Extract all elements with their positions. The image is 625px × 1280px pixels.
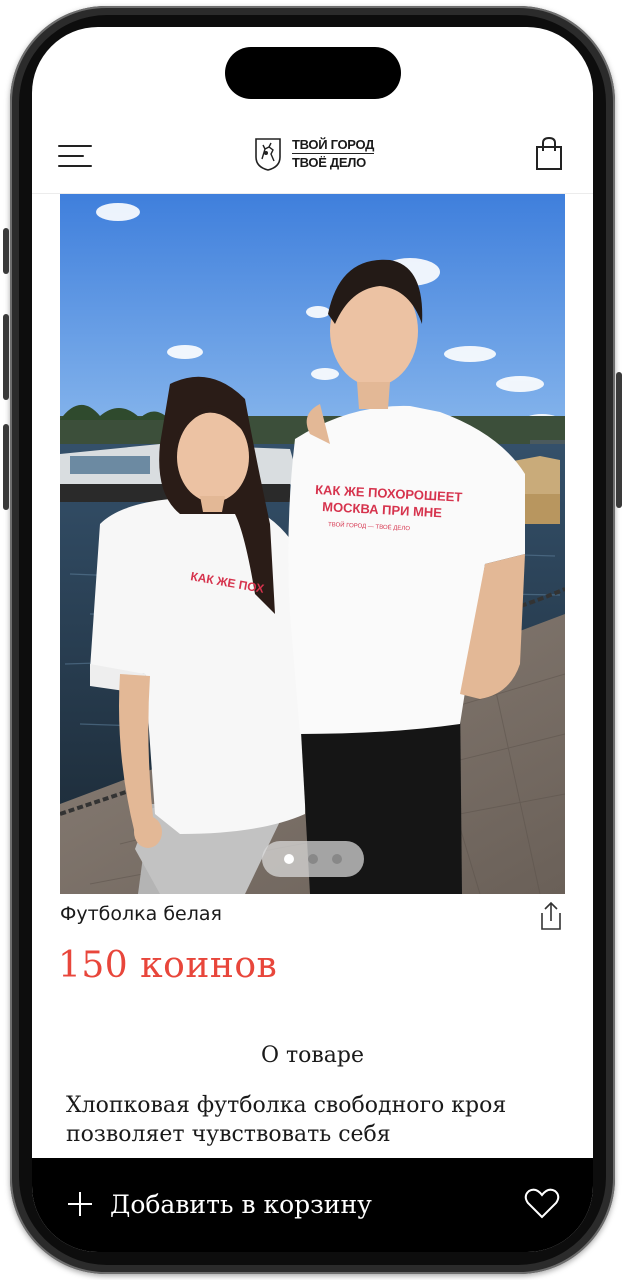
product-name: Футболка белая xyxy=(60,903,222,925)
app-screen: ТВОЙ ГОРОД ТВОЁ ДЕЛО КАК ЖЕ ПОХ КАК ЖЕ П… xyxy=(32,27,593,1252)
favorite-button[interactable] xyxy=(524,1188,560,1220)
volume-down-button xyxy=(3,424,9,510)
logo-line-1: ТВОЙ ГОРОД xyxy=(292,137,375,152)
carousel-dot-3[interactable] xyxy=(332,854,342,864)
logo-line-2: ТВОЁ ДЕЛО xyxy=(292,153,375,171)
shopping-bag-icon xyxy=(536,136,562,170)
carousel-indicator xyxy=(262,841,364,877)
carousel-dot-1[interactable] xyxy=(284,854,294,864)
share-icon xyxy=(541,901,561,930)
product-price: 150 коинов xyxy=(58,945,278,986)
product-photo: КАК ЖЕ ПОХ КАК ЖЕ ПОХОРОШЕЕТ МОСКВА ПРИ … xyxy=(60,194,565,894)
brand-logo[interactable]: ТВОЙ ГОРОД ТВОЁ ДЕЛО xyxy=(254,137,374,171)
logo-text: ТВОЙ ГОРОД ТВОЁ ДЕЛО xyxy=(292,137,374,171)
app-header: ТВОЙ ГОРОД ТВОЁ ДЕЛО xyxy=(32,127,593,193)
bottom-action-bar: Добавить в корзину xyxy=(32,1158,593,1252)
dynamic-island xyxy=(225,47,401,99)
share-button[interactable] xyxy=(538,901,564,931)
volume-up-button xyxy=(3,314,9,400)
moscow-coat-of-arms-icon xyxy=(255,138,281,171)
add-to-cart-button[interactable]: Добавить в корзину xyxy=(66,1184,372,1224)
about-section-title: О товаре xyxy=(260,1043,365,1068)
mute-switch xyxy=(3,228,9,274)
product-photo-carousel[interactable]: КАК ЖЕ ПОХ КАК ЖЕ ПОХОРОШЕЕТ МОСКВА ПРИ … xyxy=(60,194,565,894)
plus-icon xyxy=(68,1192,92,1216)
product-description: Хлопковая футболка свободного кроя позво… xyxy=(66,1093,507,1147)
add-to-cart-label: Добавить в корзину xyxy=(110,1189,372,1219)
cart-button[interactable] xyxy=(535,135,563,171)
heart-icon xyxy=(524,1188,560,1219)
menu-button[interactable] xyxy=(58,143,94,169)
power-button xyxy=(616,372,622,508)
carousel-dot-2[interactable] xyxy=(308,854,318,864)
